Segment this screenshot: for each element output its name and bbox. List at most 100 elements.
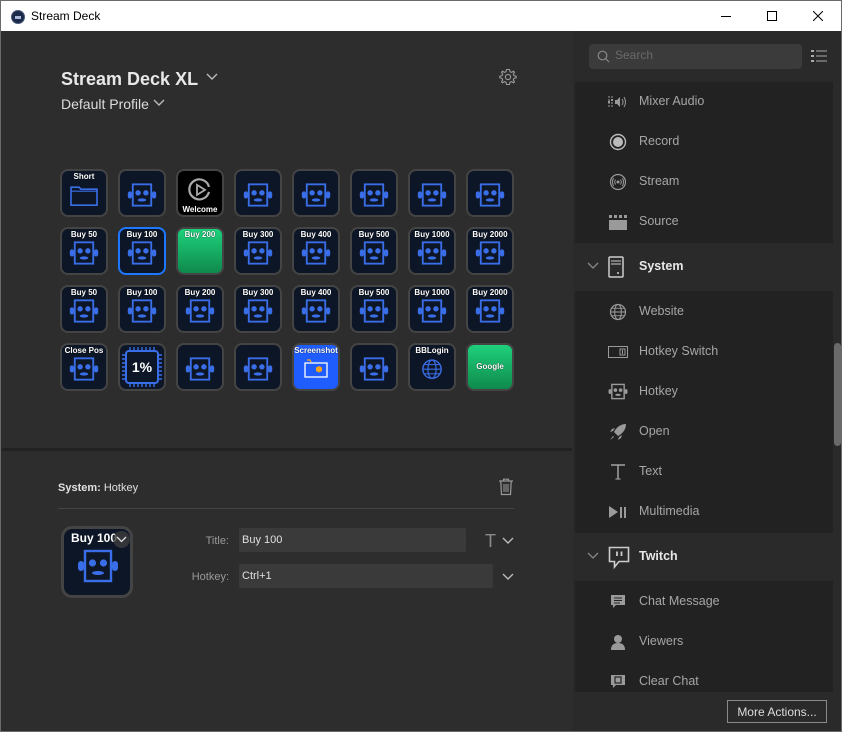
hotkey-robot-icon	[185, 299, 215, 323]
key-3-5[interactable]: Buy 400	[292, 285, 340, 333]
key-title: Buy 500	[358, 288, 390, 297]
action-label: Mixer Audio	[639, 94, 705, 108]
key-3-3[interactable]: Buy 200	[176, 285, 224, 333]
key-3-1[interactable]: Buy 50	[60, 285, 108, 333]
action-item-multimedia[interactable]: Multimedia	[575, 492, 833, 532]
key-1-5[interactable]	[292, 169, 340, 217]
text-format-icon[interactable]: T	[485, 531, 496, 552]
action-item-stream[interactable]: Stream	[575, 162, 833, 202]
action-label: Source	[639, 214, 679, 228]
chevron-down-icon[interactable]	[502, 573, 514, 581]
key-value: 1%	[131, 359, 153, 375]
key-2-3[interactable]: Buy 200	[176, 227, 224, 275]
key-1-7[interactable]	[408, 169, 456, 217]
key-4-7[interactable]: BBLogin	[408, 343, 456, 391]
key-4-5[interactable]: Screenshot	[292, 343, 340, 391]
title-input[interactable]	[239, 528, 466, 552]
property-divider	[58, 508, 514, 509]
key-1-6[interactable]	[350, 169, 398, 217]
title-options-button[interactable]	[113, 531, 130, 548]
hotkey-robot-icon	[359, 183, 389, 207]
more-actions-button[interactable]: More Actions...	[727, 700, 827, 723]
action-item-hotkey-switch[interactable]: Hotkey Switch	[575, 332, 833, 372]
key-2-6[interactable]: Buy 500	[350, 227, 398, 275]
action-item-website[interactable]: Website	[575, 292, 833, 332]
maximize-button[interactable]	[749, 1, 795, 31]
category-twitch[interactable]: Twitch	[575, 533, 833, 581]
search-input[interactable]	[615, 48, 795, 62]
action-item-chat-message[interactable]: Chat Message	[575, 582, 833, 622]
key-1-1[interactable]: Short	[60, 169, 108, 217]
key-2-8[interactable]: Buy 2000	[466, 227, 514, 275]
chevron-down-icon[interactable]	[206, 73, 218, 81]
action-item-text[interactable]: Text	[575, 452, 833, 492]
chevron-down-icon[interactable]	[502, 537, 514, 545]
folder-icon	[70, 186, 98, 206]
hotkey-robot-icon	[417, 299, 447, 323]
key-1-3[interactable]: Welcome	[176, 169, 224, 217]
key-1-4[interactable]	[234, 169, 282, 217]
device-selector[interactable]: Stream Deck XL	[61, 69, 198, 90]
key-3-4[interactable]: Buy 300	[234, 285, 282, 333]
chevron-down-icon[interactable]	[587, 262, 599, 270]
chevron-down-icon[interactable]	[153, 99, 165, 107]
key-3-6[interactable]: Buy 500	[350, 285, 398, 333]
action-list-scrollbar[interactable]	[833, 82, 841, 692]
key-title: Screenshot	[294, 346, 338, 355]
panel-divider[interactable]	[2, 448, 572, 451]
category-system[interactable]: System	[575, 243, 833, 291]
mixer-audio-icon	[608, 96, 626, 108]
search-box[interactable]	[589, 44, 802, 69]
twitch-icon	[608, 546, 630, 570]
rocket-icon	[610, 424, 626, 440]
action-label: Website	[639, 304, 684, 318]
key-title: BBLogin	[415, 346, 449, 355]
hotkey-robot-icon	[127, 183, 157, 207]
key-1-2[interactable]	[118, 169, 166, 217]
key-preview[interactable]: Buy 100	[61, 526, 133, 598]
minimize-button[interactable]	[703, 1, 749, 31]
trash-icon[interactable]	[498, 478, 514, 496]
scrollbar-thumb[interactable]	[834, 343, 841, 446]
key-2-7[interactable]: Buy 1000	[408, 227, 456, 275]
profile-selector[interactable]: Default Profile	[61, 96, 149, 112]
action-item-source[interactable]: Source	[575, 202, 833, 242]
key-4-4[interactable]	[234, 343, 282, 391]
key-1-8[interactable]	[466, 169, 514, 217]
chevron-down-icon[interactable]	[587, 552, 599, 560]
key-4-8[interactable]: Google	[466, 343, 514, 391]
key-3-7[interactable]: Buy 1000	[408, 285, 456, 333]
hotkey-robot-icon	[417, 183, 447, 207]
list-view-icon[interactable]	[811, 49, 827, 63]
maximize-icon	[767, 11, 777, 21]
hotkey-input[interactable]	[239, 564, 493, 588]
action-item-record[interactable]: Record	[575, 122, 833, 162]
key-title: Buy 400	[300, 288, 332, 297]
key-4-1[interactable]: Close Pos	[60, 343, 108, 391]
hotkey-robot-icon	[359, 241, 389, 265]
gear-icon[interactable]	[498, 67, 518, 87]
action-item-viewers[interactable]: Viewers	[575, 622, 833, 662]
hotkey-robot-icon	[127, 299, 157, 323]
hotkey-robot-icon	[78, 549, 118, 583]
action-item-open[interactable]: Open	[575, 412, 833, 452]
category-label: Twitch	[639, 549, 678, 563]
key-2-5[interactable]: Buy 400	[292, 227, 340, 275]
action-item-mixer-audio[interactable]: Mixer Audio	[575, 82, 833, 122]
key-2-2[interactable]: Buy 100	[118, 227, 166, 275]
key-title: Google	[476, 362, 504, 371]
close-button[interactable]	[795, 1, 841, 31]
window-title: Stream Deck	[31, 9, 101, 23]
key-2-1[interactable]: Buy 50	[60, 227, 108, 275]
action-item-clear-chat[interactable]: Clear Chat	[575, 662, 833, 692]
action-item-hotkey[interactable]: Hotkey	[575, 372, 833, 412]
key-3-2[interactable]: Buy 100	[118, 285, 166, 333]
key-3-8[interactable]: Buy 2000	[466, 285, 514, 333]
key-4-3[interactable]	[176, 343, 224, 391]
key-4-2[interactable]: 1%	[118, 343, 166, 391]
hotkey-robot-icon	[301, 299, 331, 323]
key-2-4[interactable]: Buy 300	[234, 227, 282, 275]
key-4-6[interactable]	[350, 343, 398, 391]
action-name: Hotkey	[103, 482, 139, 494]
action-label: Clear Chat	[639, 674, 699, 688]
